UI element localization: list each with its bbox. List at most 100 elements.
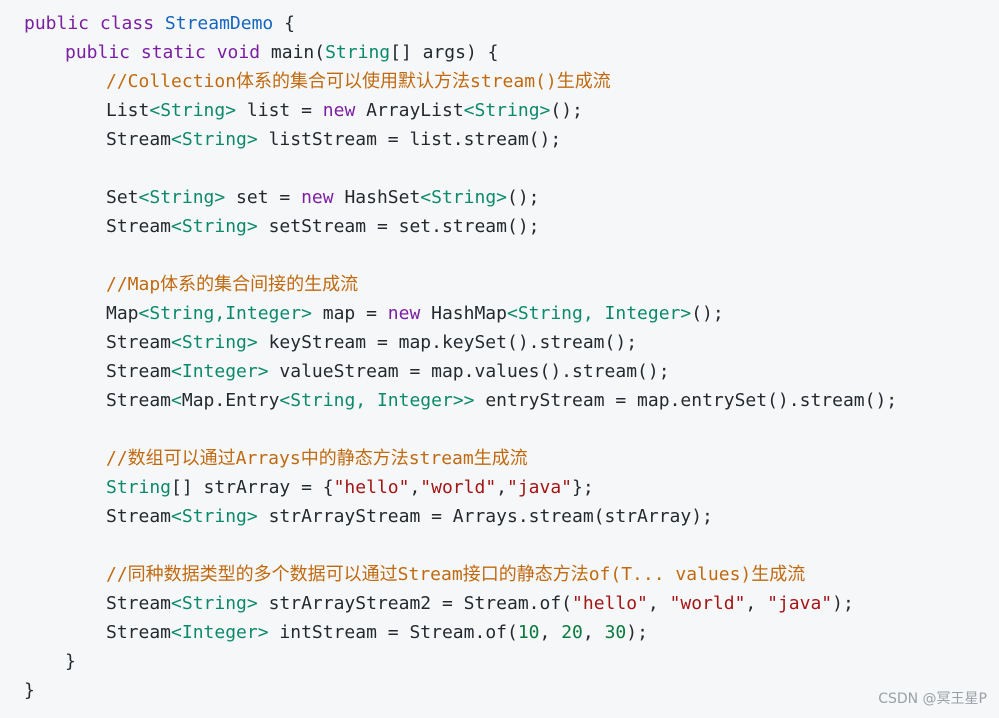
code-token-plain: Stream (106, 506, 172, 527)
code-token-plain: }; (572, 477, 594, 498)
code-token-plain: (); (550, 100, 583, 121)
code-token-plain: Set (106, 187, 139, 208)
code-token-plain: , (647, 593, 670, 614)
code-token-keyword: public static void (65, 42, 271, 63)
code-token-comment: //Map体系的集合间接的生成流 (106, 274, 359, 295)
code-token-keyword: new (387, 303, 432, 324)
code-line: Stream<Integer> intStream = Stream.of(10… (24, 618, 999, 647)
code-token-type: <String, Integer> (506, 303, 692, 324)
code-line: //同种数据类型的多个数据可以通过Stream接口的静态方法of(T... va… (24, 560, 999, 589)
code-token-type: <String> (171, 593, 258, 614)
code-token-plain: (); (691, 303, 724, 324)
code-token-type: <String> (149, 100, 237, 121)
code-token-plain: HashMap (431, 303, 507, 324)
code-line: Stream<Integer> valueStream = map.values… (24, 357, 999, 386)
code-token-plain: Stream (106, 622, 172, 643)
code-token-plain: list = (236, 100, 323, 121)
code-token-plain: entryStream = map.entrySet().stream(); (474, 390, 898, 411)
code-line: public class StreamDemo { (24, 9, 999, 38)
code-token-type: <Integer> (171, 622, 269, 643)
code-line: public static void main(String[] args) { (24, 38, 999, 67)
code-line: Stream<String> strArrayStream2 = Stream.… (24, 589, 999, 618)
code-token-plain: , (496, 477, 507, 498)
code-token-comment: //Collection体系的集合可以使用默认方法stream()生成流 (106, 71, 611, 92)
code-line: Stream<String> strArrayStream = Arrays.s… (24, 502, 999, 531)
code-token-plain: , (745, 593, 768, 614)
code-token-type: <String> (138, 187, 226, 208)
code-token-plain: strArrayStream = Arrays.stream(strArray)… (257, 506, 713, 527)
code-token-plain: { (273, 13, 295, 34)
code-line: } (24, 647, 999, 676)
code-token-number: 20 (561, 622, 583, 643)
code-token-plain: , (409, 477, 421, 498)
code-token-plain: , (582, 622, 605, 643)
code-line: Stream<String> setStream = set.stream(); (24, 212, 999, 241)
code-token-plain: [] strArray = { (171, 477, 334, 498)
code-token-plain: Stream (106, 593, 172, 614)
code-token-plain: keyStream = map.keySet().stream(); (257, 332, 638, 353)
code-token-type: <String> (171, 216, 258, 237)
code-token-string: "world" (669, 593, 746, 614)
code-line: Stream<String> keyStream = map.keySet().… (24, 328, 999, 357)
code-lines: public class StreamDemo {public static v… (24, 9, 999, 705)
code-line: } (24, 676, 999, 705)
code-token-type: <String> (171, 332, 258, 353)
code-token-string: "hello" (333, 477, 410, 498)
code-token-comment: //同种数据类型的多个数据可以通过Stream接口的静态方法of(T... va… (106, 564, 806, 585)
code-token-string: "java" (767, 593, 833, 614)
code-token-type: <String> (463, 100, 551, 121)
code-token-plain: Stream (106, 390, 172, 411)
code-token-type: <String,Integer> (138, 303, 312, 324)
code-token-plain: Stream (106, 332, 172, 353)
code-line: List<String> list = new ArrayList<String… (24, 96, 999, 125)
code-token-type: <Integer> (171, 361, 269, 382)
code-token-number: 10 (517, 622, 540, 643)
code-token-keyword: public class (24, 13, 165, 34)
code-line: //数组可以通过Arrays中的静态方法stream生成流 (24, 444, 999, 473)
code-token-plain: Stream (106, 216, 172, 237)
code-token-plain: [] args) { (390, 42, 499, 63)
code-token-type: String (106, 477, 172, 498)
code-token-comment: //数组可以通过Arrays中的静态方法stream生成流 (106, 448, 528, 469)
code-token-type: <String, Integer>> (279, 390, 475, 411)
code-block: public class StreamDemo {public static v… (0, 0, 999, 718)
code-token-plain: } (24, 680, 35, 701)
code-token-type: String (325, 42, 391, 63)
code-token-plain: set = (225, 187, 302, 208)
code-line: Stream<Map.Entry<String, Integer>> entry… (24, 386, 999, 415)
code-token-keyword: new (322, 100, 367, 121)
code-token-type: < (171, 390, 182, 411)
code-token-string: "java" (507, 477, 573, 498)
code-token-plain: strArrayStream2 = Stream.of( (257, 593, 573, 614)
code-token-plain: List (106, 100, 150, 121)
code-token-class: StreamDemo (164, 13, 274, 34)
code-token-plain: setStream = set.stream(); (257, 216, 540, 237)
code-token-type: <String> (171, 129, 258, 150)
code-line: String[] strArray = {"hello","world","ja… (24, 473, 999, 502)
code-token-plain: main( (270, 42, 326, 63)
code-line: Set<String> set = new HashSet<String>(); (24, 183, 999, 212)
code-token-plain: (); (507, 187, 540, 208)
code-token-string: "world" (420, 477, 497, 498)
code-token-plain: ); (832, 593, 854, 614)
code-line: //Map体系的集合间接的生成流 (24, 270, 999, 299)
code-token-plain: valueStream = map.values().stream(); (268, 361, 670, 382)
code-token-type: <String> (420, 187, 507, 208)
code-token-plain: ); (626, 622, 648, 643)
code-token-plain: intStream = Stream.of( (268, 622, 518, 643)
code-line: Stream<String> listStream = list.stream(… (24, 125, 999, 154)
code-token-number: 30 (604, 622, 627, 643)
code-token-plain: ArrayList (366, 100, 464, 121)
code-line: Map<String,Integer> map = new HashMap<St… (24, 299, 999, 328)
code-token-type: <String> (171, 506, 258, 527)
code-token-plain: map = (311, 303, 388, 324)
code-token-plain: Stream (106, 129, 172, 150)
code-token-plain: listStream = list.stream(); (257, 129, 562, 150)
code-token-plain: , (539, 622, 562, 643)
code-token-plain: Map (106, 303, 139, 324)
watermark: CSDN @冥王星P (878, 691, 987, 707)
